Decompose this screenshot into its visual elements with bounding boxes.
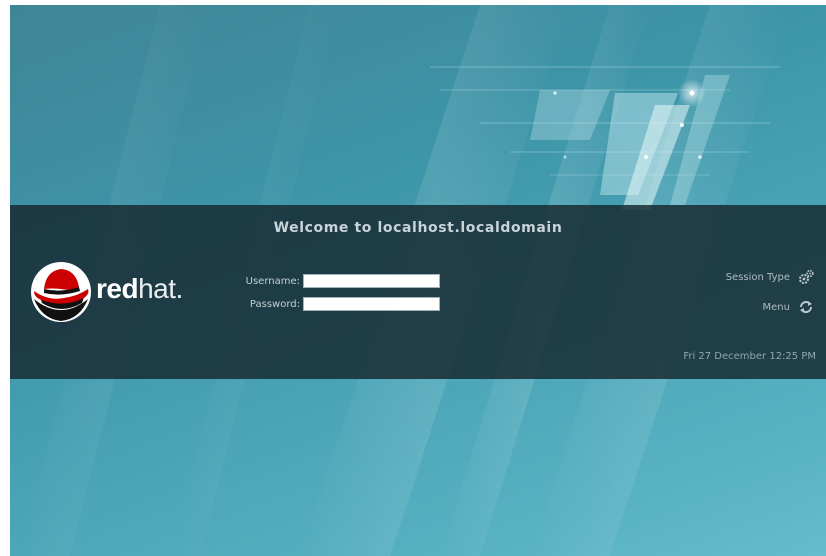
menu-label: Menu <box>762 301 790 313</box>
username-input[interactable] <box>303 274 440 288</box>
wordmark-hat: hat. <box>138 273 183 304</box>
username-label: Username: <box>245 275 300 287</box>
gears-icon <box>799 269 814 284</box>
wordmark-red: red <box>96 273 139 304</box>
welcome-heading: Welcome to localhost.localdomain <box>273 220 563 236</box>
redhat-shadowman-icon <box>31 262 91 322</box>
redhat-logo: redhat. <box>30 261 210 323</box>
login-screen: Welcome to localhost.localdomain redhat.… <box>10 5 826 556</box>
username-row: Username: <box>230 273 440 289</box>
password-label: Password: <box>249 298 300 310</box>
password-input[interactable] <box>303 297 440 311</box>
clock-display: Fri 27 December 12:25 PM <box>683 351 816 362</box>
session-type-label: Session Type <box>725 271 790 283</box>
session-type-button[interactable]: Session Type <box>726 269 814 285</box>
refresh-arrows-icon <box>800 301 812 313</box>
login-panel: Welcome to localhost.localdomain redhat.… <box>10 205 826 379</box>
password-row: Password: <box>230 296 440 312</box>
menu-button[interactable]: Menu <box>763 299 814 315</box>
redhat-wordmark: redhat. <box>96 273 183 305</box>
